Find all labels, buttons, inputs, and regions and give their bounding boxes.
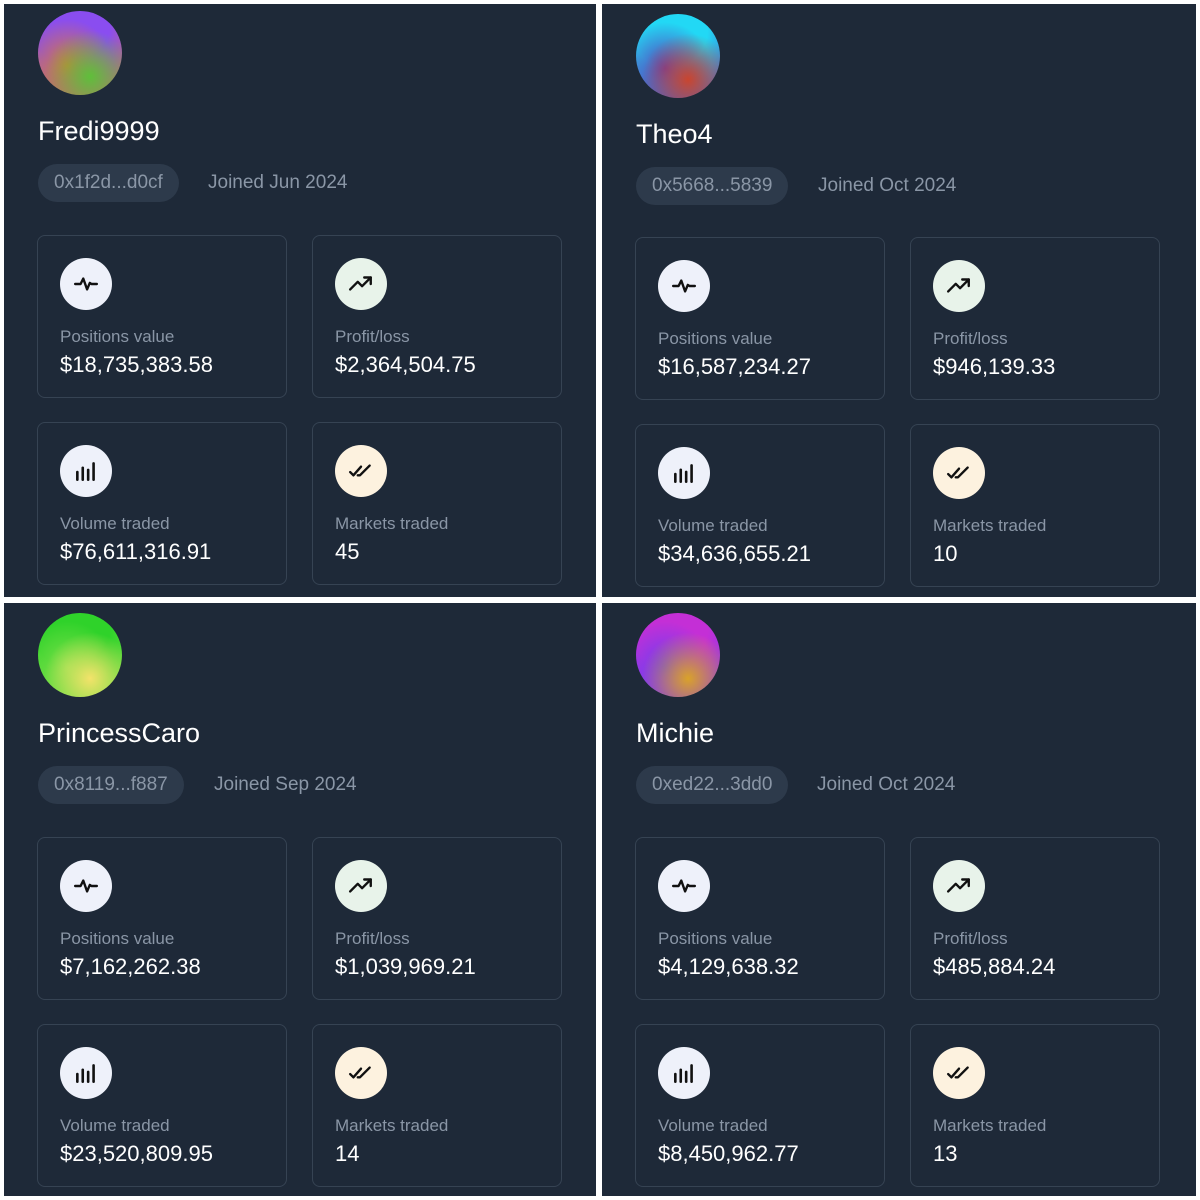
activity-pulse-icon [60, 860, 112, 912]
volume-traded-amount: $23,520,809.95 [60, 1141, 213, 1166]
volume-traded-card: Volume traded $23,520,809.95 [37, 1024, 287, 1187]
activity-pulse-icon [658, 860, 710, 912]
username: Michie [636, 718, 715, 748]
positions-value-label: Positions value [658, 329, 773, 348]
bar-chart-icon [658, 1047, 710, 1099]
profile-panel-fredi9999: Fredi9999 0x1f2d...d0cf Joined Jun 2024 … [4, 4, 596, 597]
markets-traded-label: Markets traded [335, 514, 449, 533]
markets-traded-count: 14 [335, 1141, 360, 1166]
profit-loss-card: Profit/loss $1,039,969.21 [312, 837, 562, 1000]
positions-value-amount: $4,129,638.32 [658, 954, 799, 979]
positions-value-label: Positions value [60, 327, 175, 346]
profit-loss-amount: $1,039,969.21 [335, 954, 476, 979]
joined-date: Joined Oct 2024 [818, 175, 957, 196]
trending-up-icon [933, 260, 985, 312]
positions-value-card: Positions value $18,735,383.58 [37, 235, 287, 398]
positions-value-card: Positions value $16,587,234.27 [635, 237, 885, 400]
trending-up-icon [335, 258, 387, 310]
avatar[interactable] [38, 613, 122, 697]
markets-traded-card: Markets traded 45 [312, 422, 562, 585]
joined-date: Joined Jun 2024 [208, 172, 348, 193]
positions-value-amount: $18,735,383.58 [60, 352, 213, 377]
positions-value-amount: $16,587,234.27 [658, 354, 811, 379]
markets-traded-card: Markets traded 14 [312, 1024, 562, 1187]
positions-value-amount: $7,162,262.38 [60, 954, 201, 979]
profit-loss-amount: $2,364,504.75 [335, 352, 476, 377]
profile-grid: Fredi9999 0x1f2d...d0cf Joined Jun 2024 … [0, 0, 1200, 1200]
profile-panel-michie: Michie 0xed22...3dd0 Joined Oct 2024 Pos… [602, 603, 1196, 1196]
volume-traded-label: Volume traded [60, 1116, 170, 1135]
markets-traded-count: 13 [933, 1141, 958, 1166]
profit-loss-amount: $946,139.33 [933, 354, 1056, 379]
markets-traded-label: Markets traded [933, 516, 1047, 535]
avatar[interactable] [636, 613, 720, 697]
profit-loss-card: Profit/loss $2,364,504.75 [312, 235, 562, 398]
username: Theo4 [636, 119, 713, 149]
volume-traded-card: Volume traded $76,611,316.91 [37, 422, 287, 585]
positions-value-label: Positions value [658, 929, 773, 948]
profit-loss-label: Profit/loss [933, 329, 1008, 348]
double-check-icon [933, 447, 985, 499]
joined-date: Joined Oct 2024 [817, 774, 956, 795]
volume-traded-label: Volume traded [658, 1116, 768, 1135]
profit-loss-label: Profit/loss [335, 327, 410, 346]
profit-loss-card: Profit/loss $485,884.24 [910, 837, 1160, 1000]
trending-up-icon [933, 860, 985, 912]
positions-value-card: Positions value $7,162,262.38 [37, 837, 287, 1000]
volume-traded-label: Volume traded [658, 516, 768, 535]
avatar[interactable] [38, 11, 122, 95]
wallet-address-pill[interactable]: 0x1f2d...d0cf [38, 164, 179, 202]
activity-pulse-icon [60, 258, 112, 310]
markets-traded-label: Markets traded [335, 1116, 449, 1135]
profile-panel-theo4: Theo4 0x5668...5839 Joined Oct 2024 Posi… [602, 4, 1196, 597]
markets-traded-card: Markets traded 10 [910, 424, 1160, 587]
volume-traded-amount: $34,636,655.21 [658, 541, 811, 566]
double-check-icon [335, 445, 387, 497]
username: PrincessCaro [38, 718, 201, 748]
positions-value-card: Positions value $4,129,638.32 [635, 837, 885, 1000]
profile-panel-princesscaro: PrincessCaro 0x8119...f887 Joined Sep 20… [4, 603, 596, 1196]
wallet-address-pill[interactable]: 0x8119...f887 [38, 766, 184, 804]
profit-loss-label: Profit/loss [335, 929, 410, 948]
markets-traded-count: 45 [335, 539, 360, 564]
markets-traded-count: 10 [933, 541, 958, 566]
bar-chart-icon [60, 1047, 112, 1099]
volume-traded-label: Volume traded [60, 514, 170, 533]
bar-chart-icon [658, 447, 710, 499]
double-check-icon [335, 1047, 387, 1099]
profit-loss-amount: $485,884.24 [933, 954, 1056, 979]
wallet-address-pill[interactable]: 0x5668...5839 [636, 167, 789, 205]
avatar[interactable] [636, 14, 720, 98]
username: Fredi9999 [38, 116, 160, 146]
activity-pulse-icon [658, 260, 710, 312]
wallet-address-pill[interactable]: 0xed22...3dd0 [636, 766, 789, 804]
volume-traded-card: Volume traded $8,450,962.77 [635, 1024, 885, 1187]
trending-up-icon [335, 860, 387, 912]
joined-date: Joined Sep 2024 [214, 774, 357, 795]
volume-traded-card: Volume traded $34,636,655.21 [635, 424, 885, 587]
volume-traded-amount: $76,611,316.91 [60, 539, 212, 564]
bar-chart-icon [60, 445, 112, 497]
double-check-icon [933, 1047, 985, 1099]
volume-traded-amount: $8,450,962.77 [658, 1141, 799, 1166]
markets-traded-card: Markets traded 13 [910, 1024, 1160, 1187]
profit-loss-card: Profit/loss $946,139.33 [910, 237, 1160, 400]
positions-value-label: Positions value [60, 929, 175, 948]
markets-traded-label: Markets traded [933, 1116, 1047, 1135]
profit-loss-label: Profit/loss [933, 929, 1008, 948]
